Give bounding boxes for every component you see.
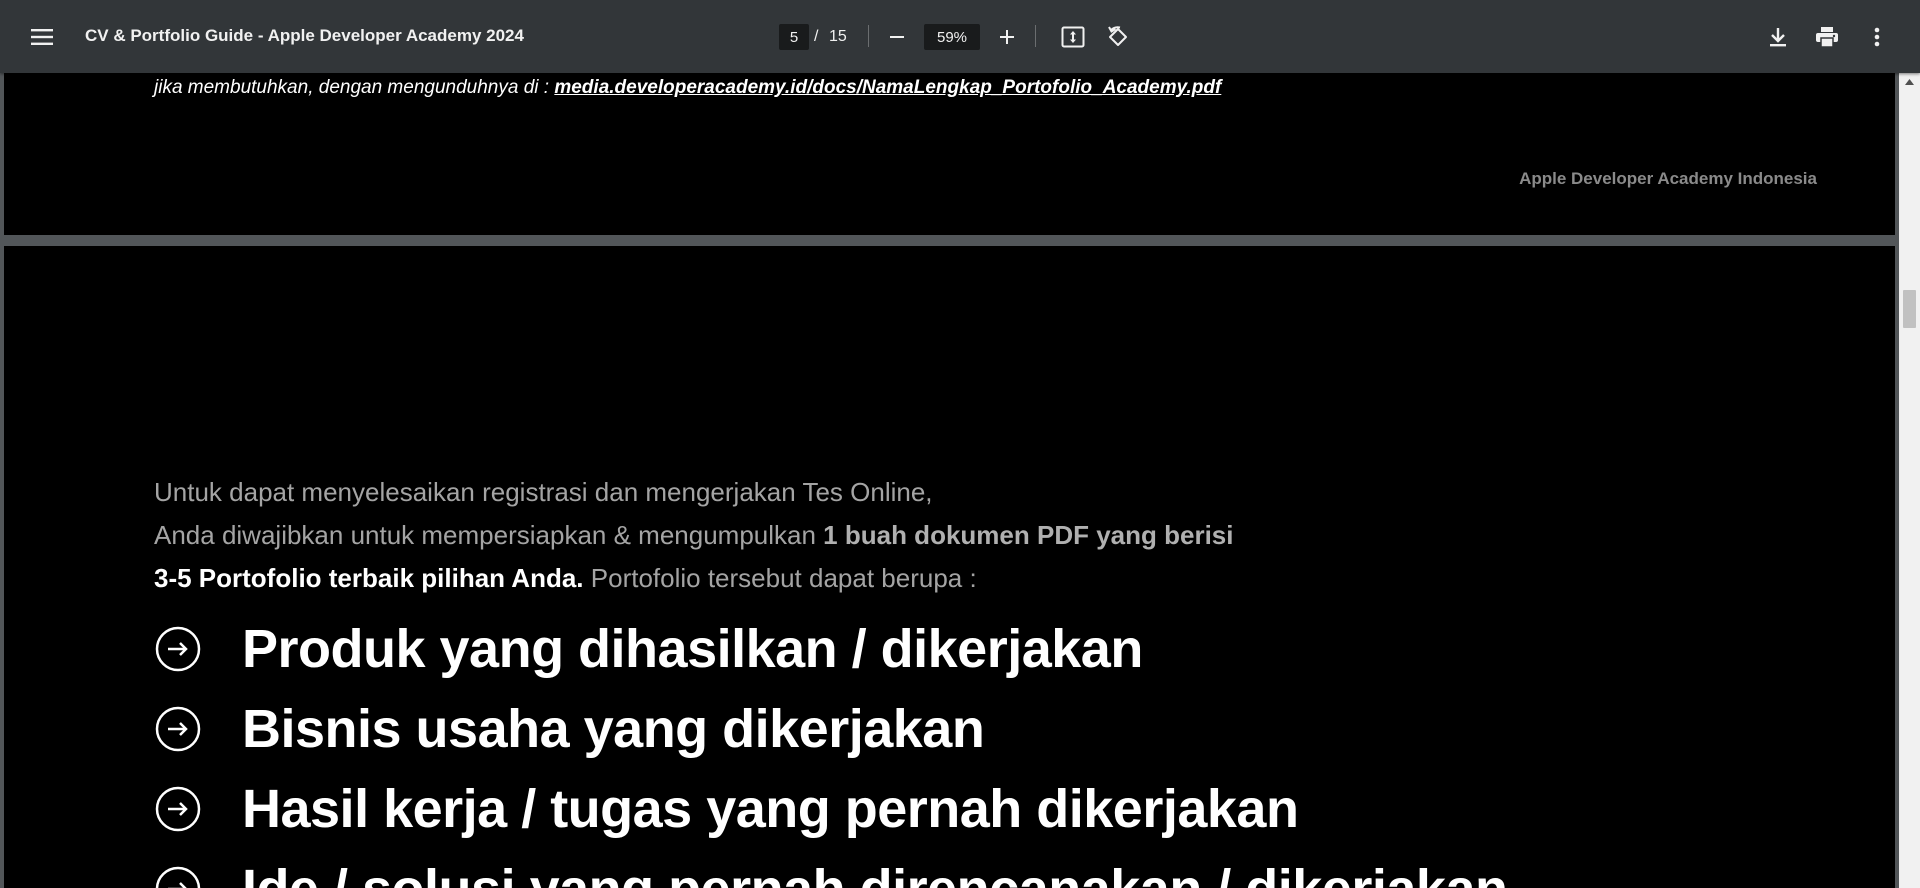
vertical-scrollbar[interactable]: [1899, 73, 1920, 888]
page-footer: Apple Developer Academy Indonesia: [1519, 169, 1817, 188]
arrow-right-circle-icon: [155, 706, 201, 752]
download-instruction: jika membutuhkan, dengan mengunduhnya di…: [154, 77, 1221, 99]
rotate-button[interactable]: [1098, 17, 1138, 57]
arrow-right-circle-icon: [155, 626, 201, 672]
toolbar-divider: [868, 25, 869, 47]
intro-line-2-text: Anda diwajibkan untuk mempersiapkan & me…: [154, 520, 816, 550]
zoom-in-button[interactable]: [987, 17, 1027, 57]
list-item: Hasil kerja / tugas yang pernah dikerjak…: [154, 769, 1507, 849]
menu-icon[interactable]: [22, 17, 62, 57]
pdf-toolbar: CV & Portfolio Guide - Apple Developer A…: [0, 0, 1920, 73]
download-instruction-text: jika membutuhkan, dengan mengunduhnya di…: [154, 77, 550, 98]
list-item-text: Produk yang dihasilkan / dikerjakan: [242, 619, 1143, 679]
arrow-right-circle-icon: [155, 786, 201, 832]
pdf-page-5: Untuk dapat menyelesaikan registrasi dan…: [4, 246, 1895, 888]
portfolio-template-link[interactable]: media.developeracademy.id/docs/NamaLengk…: [554, 77, 1221, 98]
document-title: CV & Portfolio Guide - Apple Developer A…: [85, 26, 524, 45]
more-options-button[interactable]: [1857, 17, 1897, 57]
pdf-viewer[interactable]: jika membutuhkan, dengan mengunduhnya di…: [0, 73, 1920, 888]
toolbar-divider: [1035, 25, 1036, 47]
page-separator: /: [814, 28, 819, 45]
page-number-input[interactable]: [779, 24, 809, 50]
print-button[interactable]: [1807, 17, 1847, 57]
list-item-text: Bisnis usaha yang dikerjakan: [242, 699, 985, 759]
fit-to-page-button[interactable]: [1053, 17, 1093, 57]
rotate-counterclockwise-icon: [1108, 26, 1127, 46]
total-pages: 15: [829, 28, 847, 45]
download-icon: [1770, 28, 1786, 47]
intro-line-2: Anda diwajibkan untuk mempersiapkan & me…: [154, 514, 1233, 557]
intro-line-3: 3-5 Portofolio terbaik pilihan Anda. Por…: [154, 557, 1233, 600]
list-item-text: Hasil kerja / tugas yang pernah dikerjak…: [242, 779, 1299, 839]
plus-icon: [1000, 30, 1014, 44]
list-item: Produk yang dihasilkan / dikerjakan: [154, 609, 1507, 689]
pdf-page-4: jika membutuhkan, dengan mengunduhnya di…: [4, 73, 1895, 235]
intro-line-1: Untuk dapat menyelesaikan registrasi dan…: [154, 477, 933, 507]
zoom-out-button[interactable]: [877, 17, 917, 57]
print-icon: [1816, 27, 1838, 47]
list-item: Ide / solusi yang pernah direncanakan / …: [154, 849, 1508, 888]
list-item-text: Ide / solusi yang pernah direncanakan / …: [242, 858, 1508, 888]
intro-line-3-text: Portofolio tersebut dapat berupa :: [590, 563, 977, 593]
download-button[interactable]: [1758, 17, 1798, 57]
scroll-up-arrow-icon[interactable]: [1899, 73, 1920, 90]
minus-icon: [890, 36, 904, 38]
fit-to-page-icon: [1061, 26, 1085, 48]
intro-line-3-bold: 3-5 Portofolio terbaik pilihan Anda.: [154, 563, 584, 593]
zoom-level-input[interactable]: [924, 24, 980, 50]
intro-line-2-bold: 1 buah dokumen PDF yang berisi: [823, 520, 1234, 550]
portfolio-type-list: Produk yang dihasilkan / dikerjakan Bisn…: [154, 609, 1508, 888]
scrollbar-thumb[interactable]: [1903, 290, 1916, 328]
list-item: Bisnis usaha yang dikerjakan: [154, 689, 1507, 769]
arrow-right-circle-icon: [155, 866, 201, 888]
more-vertical-icon: [1874, 27, 1880, 47]
intro-paragraph: Untuk dapat menyelesaikan registrasi dan…: [154, 471, 1233, 600]
